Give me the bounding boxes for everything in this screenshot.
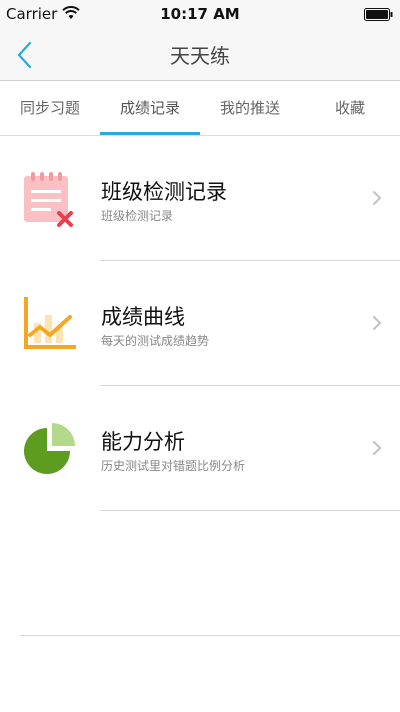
tab-sync-exercises[interactable]: 同步习题 [0, 81, 100, 135]
status-bar: Carrier 10:17 AM [0, 0, 400, 28]
chevron-right-icon [373, 191, 382, 205]
chevron-right-icon [373, 316, 382, 330]
score-curve-icon [24, 297, 76, 349]
pie-chart-icon [24, 423, 75, 474]
tab-favorites[interactable]: 收藏 [300, 81, 400, 135]
battery-icon [364, 8, 393, 21]
list-item-class-record[interactable]: 班级检测记录 班级检测记录 [0, 136, 400, 261]
chevron-right-icon [373, 441, 382, 455]
list-item-score-curve[interactable]: 成绩曲线 每天的测试成绩趋势 [0, 261, 400, 386]
item-title: 能力分析 [101, 430, 185, 454]
list-item-ability-analysis[interactable]: 能力分析 历史测试里对错题比例分析 [0, 386, 400, 511]
tab-bar: 同步习题 成绩记录 我的推送 收藏 [0, 81, 400, 136]
nav-bar: 天天练 [0, 28, 400, 81]
bottom-divider [20, 635, 400, 636]
item-subtitle: 历史测试里对错题比例分析 [101, 459, 246, 473]
item-subtitle: 每天的测试成绩趋势 [101, 334, 210, 348]
page-title: 天天练 [170, 44, 230, 68]
status-time: 10:17 AM [160, 5, 240, 23]
active-tab-indicator [100, 132, 200, 135]
tab-my-push[interactable]: 我的推送 [200, 81, 300, 135]
item-title: 成绩曲线 [101, 305, 185, 329]
item-divider [100, 510, 400, 511]
item-title: 班级检测记录 [101, 180, 227, 204]
tab-score-records[interactable]: 成绩记录 [100, 81, 200, 135]
item-subtitle: 班级检测记录 [101, 209, 174, 223]
class-record-icon [24, 172, 73, 227]
